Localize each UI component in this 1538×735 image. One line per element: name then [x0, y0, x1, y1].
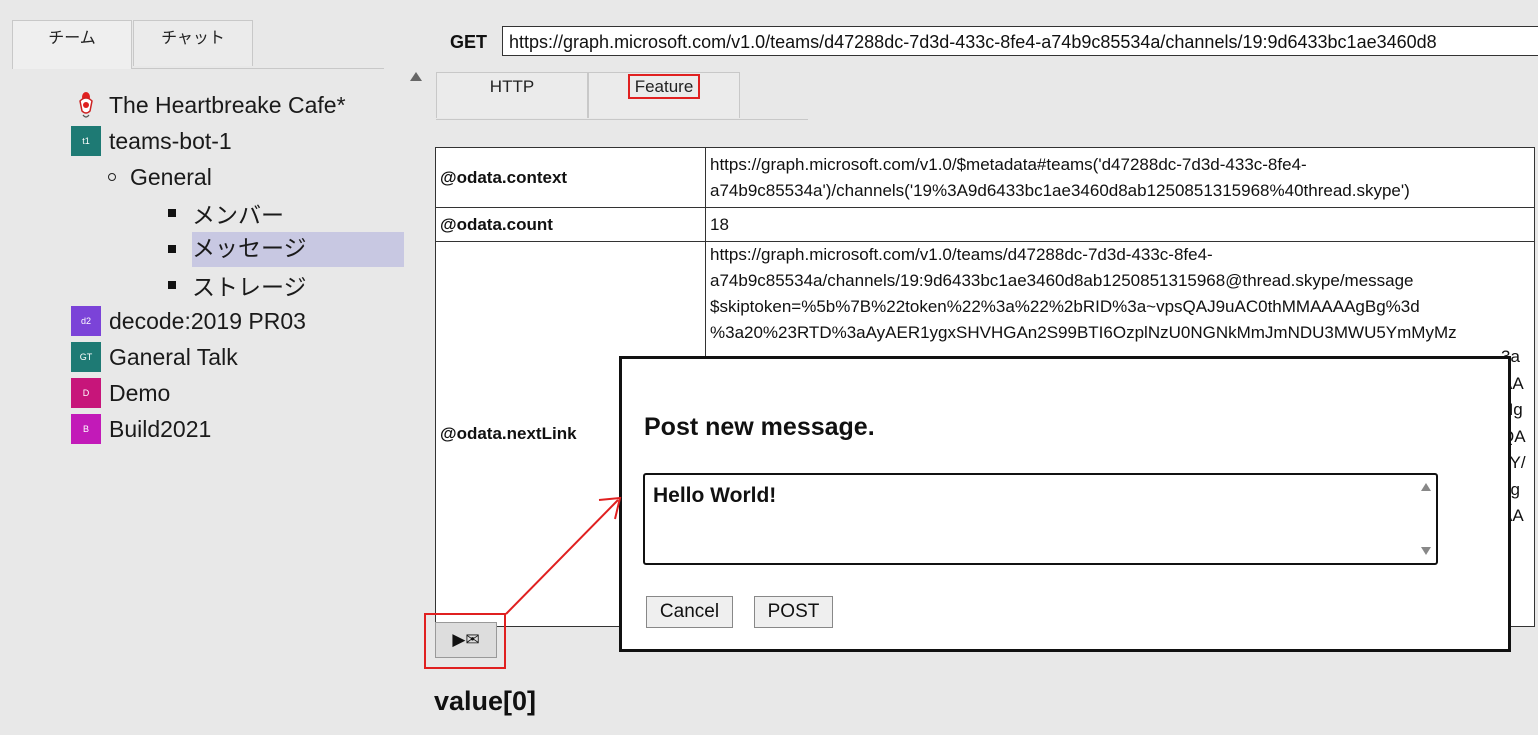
team-avatar-icon: GT — [71, 342, 101, 372]
tree-item-ganeral-talk[interactable]: GT Ganeral Talk — [71, 340, 238, 374]
key-cell: @odata.context — [435, 147, 706, 208]
square-bullet-icon — [168, 245, 176, 253]
post-button[interactable]: POST — [754, 596, 833, 628]
table-row: @odata.context https://graph.microsoft.c… — [435, 147, 1535, 208]
nextlink-line: https://graph.microsoft.com/v1.0/teams/d… — [710, 245, 1213, 264]
value-heading: value[0] — [434, 686, 537, 716]
tree-item-label: The Heartbreake Cafe* — [109, 91, 346, 118]
tab-feature[interactable]: Feature — [588, 72, 740, 118]
team-avatar-icon: t1 — [71, 126, 101, 156]
http-method: GET — [450, 32, 488, 52]
post-message-button[interactable]: ▶✉ — [435, 622, 497, 658]
team-avatar-icon: D — [71, 378, 101, 408]
tab-teams[interactable]: チーム — [12, 20, 132, 69]
team-avatar-icon: B — [71, 414, 101, 444]
key-cell: @odata.count — [435, 207, 706, 242]
table-row: @odata.count 18 — [435, 207, 1535, 242]
nextlink-line: a74b9c85534a/channels/19:9d6433bc1ae3460… — [710, 271, 1414, 290]
tree-item-messages[interactable]: メッセージ — [168, 231, 405, 267]
value-cell: https://graph.microsoft.com/v1.0/$metada… — [705, 147, 1535, 208]
scroll-up-arrow-icon[interactable] — [410, 72, 422, 81]
context-line: a74b9c85534a')/channels('19%3A9d6433bc1a… — [710, 180, 1410, 200]
context-line: https://graph.microsoft.com/v1.0/$metada… — [710, 154, 1307, 174]
scrollbar[interactable] — [404, 68, 426, 735]
cafe-logo-icon — [71, 90, 101, 120]
tree-item-channel-general[interactable]: General — [108, 160, 212, 194]
left-tab-bar: チーム チャット — [12, 20, 384, 69]
tree-item-label: Build2021 — [109, 415, 212, 442]
message-text: Hello World! — [653, 484, 777, 507]
tree-item-label: General — [130, 163, 212, 190]
tab-chat[interactable]: チャット — [133, 20, 253, 66]
tree-item-label: Ganeral Talk — [109, 343, 238, 370]
textarea-scroll-up-icon[interactable] — [1421, 483, 1431, 491]
tree-item-decode[interactable]: d2 decode:2019 PR03 — [71, 304, 306, 338]
cancel-button[interactable]: Cancel — [646, 596, 733, 628]
textarea-scroll-down-icon[interactable] — [1421, 547, 1431, 555]
tree-item-build2021[interactable]: B Build2021 — [71, 412, 211, 446]
square-bullet-icon — [168, 281, 176, 289]
value-cell: 18 — [705, 207, 1535, 242]
response-tab-bar: HTTP Feature — [436, 72, 808, 120]
message-textarea[interactable]: Hello World! — [643, 473, 1438, 565]
tree-item-label: Demo — [109, 379, 171, 406]
dialog-title: Post new message. — [644, 413, 875, 441]
team-avatar-icon: d2 — [71, 306, 101, 336]
tree-item-label: メッセージ — [192, 231, 405, 267]
tree-item-demo[interactable]: D Demo — [71, 376, 170, 410]
post-message-dialog: Post new message. Hello World! Cancel PO… — [619, 356, 1511, 652]
tree-item-teams-bot-1[interactable]: t1 teams-bot-1 — [71, 124, 232, 158]
nextlink-line: $skiptoken=%5b%7B%22token%22%3a%22%2bRID… — [710, 297, 1420, 316]
nextlink-line: %3a20%23RTD%3aAyAER1ygxSHVHGAn2S99BTI6Oz… — [710, 323, 1457, 342]
tree-item-cafe[interactable]: The Heartbreake Cafe* — [71, 88, 346, 122]
tab-http[interactable]: HTTP — [436, 72, 588, 118]
tree-item-label: teams-bot-1 — [109, 127, 232, 154]
url-input[interactable]: https://graph.microsoft.com/v1.0/teams/d… — [502, 26, 1538, 56]
tree-item-label: ストレージ — [192, 274, 307, 300]
circle-bullet-icon — [108, 173, 116, 181]
tree-item-label: メンバー — [192, 202, 284, 228]
tab-feature-label: Feature — [627, 74, 701, 99]
tree-item-storage[interactable]: ストレージ — [168, 268, 307, 302]
square-bullet-icon — [168, 209, 176, 217]
tree-item-label: decode:2019 PR03 — [109, 307, 306, 334]
tree-item-members[interactable]: メンバー — [168, 196, 284, 230]
